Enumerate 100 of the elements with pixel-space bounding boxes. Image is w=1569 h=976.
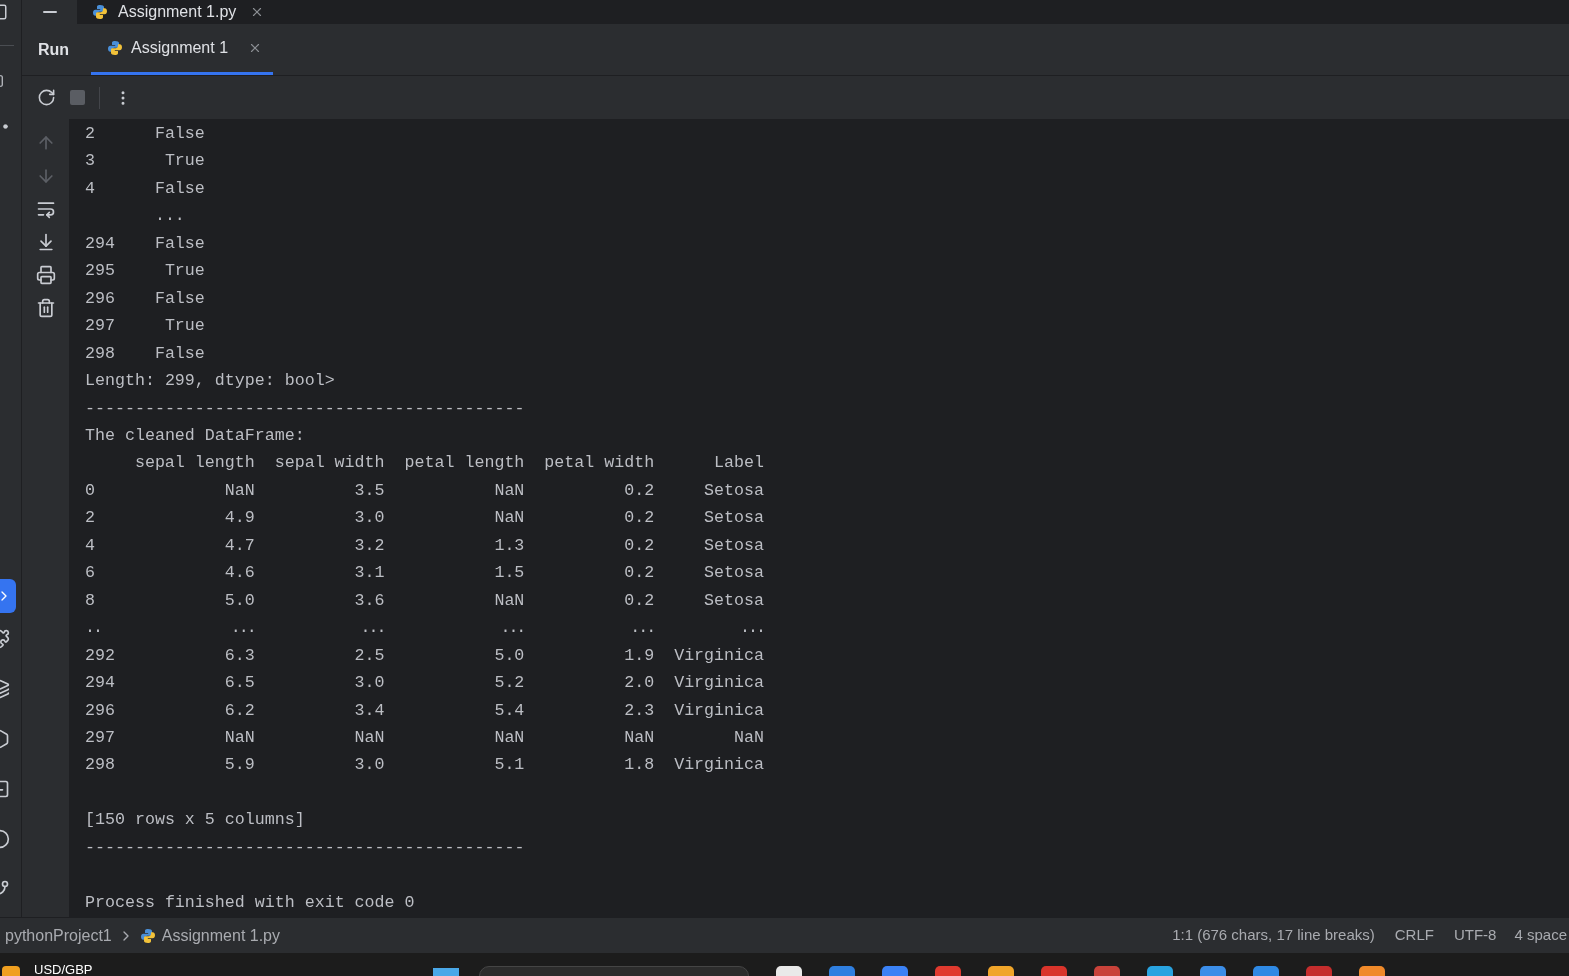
console-line: 2 False (85, 124, 205, 143)
file-encoding[interactable]: UTF-8 (1453, 924, 1497, 947)
console-line: 4 False (85, 178, 205, 198)
app-icon[interactable] (1358, 966, 1385, 976)
minus-icon (42, 11, 57, 13)
table-cell-text: 5.4 (494, 699, 525, 722)
table-cell-text: 3.5 (354, 479, 385, 502)
table-cell-text: 1.3 (494, 534, 525, 557)
table-cell-text: 2.5 (354, 644, 385, 667)
table-cell-text: ... (740, 617, 764, 640)
dot-icon[interactable] (3, 124, 8, 129)
row-index: 298 (85, 754, 115, 777)
cursor-position[interactable]: 1:1 (676 chars, 17 line breaks) (1172, 924, 1375, 947)
windows-icon[interactable] (432, 968, 459, 976)
indent-setting[interactable]: 4 space (1514, 924, 1567, 947)
table-cell-text: NaN (494, 726, 525, 749)
widget-label[interactable]: USD/GBP (34, 962, 93, 976)
table-cell-text: NaN (494, 479, 525, 502)
app-icon[interactable] (987, 966, 1014, 976)
print-icon[interactable] (35, 265, 56, 285)
table-cell-text: Virginica (674, 754, 764, 777)
panel-title: Run (38, 39, 70, 60)
table-cell-text: Setosa (704, 507, 764, 530)
column-header: petal length (404, 452, 525, 475)
table-cell-text: 3.1 (354, 562, 385, 585)
table-cell-text: 1.5 (494, 562, 525, 585)
python-icon (92, 4, 108, 20)
column-header: sepal width (274, 452, 385, 475)
python-icon (107, 40, 124, 56)
breadcrumb[interactable]: pythonProject1 (5, 923, 112, 948)
row-index: 8 (85, 589, 95, 612)
console-line: The cleaned DataFrame: (85, 426, 305, 445)
row-index: 2 (85, 507, 95, 530)
column-header: petal width (544, 452, 655, 475)
table-cell-text: ... (500, 617, 525, 640)
table-cell-text: 4.9 (224, 507, 255, 530)
table-cell-text: 5.1 (494, 754, 525, 777)
minimize-button[interactable] (22, 0, 77, 24)
row-index: 296 (85, 699, 115, 722)
row-index: 0 (85, 479, 95, 502)
row-index: .. (85, 617, 101, 640)
python-icon (139, 927, 156, 944)
table-cell-text: NaN (354, 726, 385, 749)
table-cell-text: NaN (494, 589, 525, 612)
table-cell-text: 0.2 (624, 534, 655, 557)
table-cell-text: NaN (734, 726, 764, 749)
table-cell-text: 3.0 (354, 672, 385, 695)
table-cell-text: Virginica (674, 644, 764, 667)
trash-icon[interactable] (35, 298, 56, 318)
table-cell-text: 1.8 (624, 754, 655, 777)
row-index: 4 (85, 534, 95, 557)
console-line: -------------------------------------------- (85, 398, 525, 418)
table-cell-text: 6.5 (224, 672, 255, 695)
table-cell-text: 5.9 (224, 754, 255, 777)
column-header: Label (714, 452, 764, 475)
table-cell-text: 3.4 (354, 699, 385, 722)
console-line: 3 True (85, 151, 205, 171)
row-index: 297 (85, 726, 115, 749)
console-line: 297 True (85, 316, 205, 336)
widget-icon[interactable] (2, 966, 20, 976)
table-cell-text: 3.0 (354, 754, 385, 777)
console-line: 294 False (85, 233, 205, 253)
table-cell-text: 2.3 (624, 699, 655, 722)
table-cell-text: 5.0 (494, 644, 525, 667)
row-index: 6 (85, 562, 95, 585)
editor-tab[interactable]: Assignment 1.py (92, 0, 265, 24)
table-cell-text: ... (230, 617, 255, 640)
table-cell-text: 0.2 (624, 507, 655, 530)
console-line: ... (153, 206, 185, 226)
table-cell-text: 3.0 (354, 507, 385, 530)
console-line: Process finished with exit code 0 (85, 892, 415, 912)
row-index: 294 (85, 672, 115, 695)
console-line: Length: 299, dtype: bool> (85, 371, 335, 391)
table-cell-text: NaN (494, 507, 525, 530)
console-line: 296 False (85, 288, 205, 308)
table-cell-text: Setosa (704, 562, 764, 585)
app-icon[interactable] (1146, 966, 1173, 976)
console-line: 295 True (85, 261, 205, 281)
line-separator[interactable]: CRLF (1394, 924, 1434, 947)
table-cell-text: Setosa (704, 479, 764, 502)
table-cell-text: NaN (624, 726, 655, 749)
table-cell-text: Virginica (674, 699, 764, 722)
table-cell-text: 4.6 (224, 562, 255, 585)
console-line: 298 False (85, 343, 205, 363)
wrap-icon[interactable] (35, 199, 56, 219)
table-cell-text: 0.2 (624, 562, 655, 585)
rerun-icon[interactable] (37, 88, 56, 107)
table-cell-text: 2.0 (624, 672, 655, 695)
table-cell-text: 6.2 (224, 699, 255, 722)
app-icon[interactable] (775, 966, 802, 976)
breadcrumb[interactable]: Assignment 1.py (161, 923, 280, 948)
table-cell-text: NaN (224, 479, 255, 502)
table-cell-text: Setosa (704, 534, 764, 557)
table-cell-text: Virginica (674, 672, 764, 695)
table-cell-text: ... (360, 617, 385, 640)
table-cell-text: 0.2 (624, 479, 655, 502)
row-index: 292 (85, 644, 115, 667)
table-cell-text: NaN (224, 726, 255, 749)
table-cell-text: 5.0 (224, 589, 255, 612)
table-cell-text: 0.2 (624, 589, 655, 612)
